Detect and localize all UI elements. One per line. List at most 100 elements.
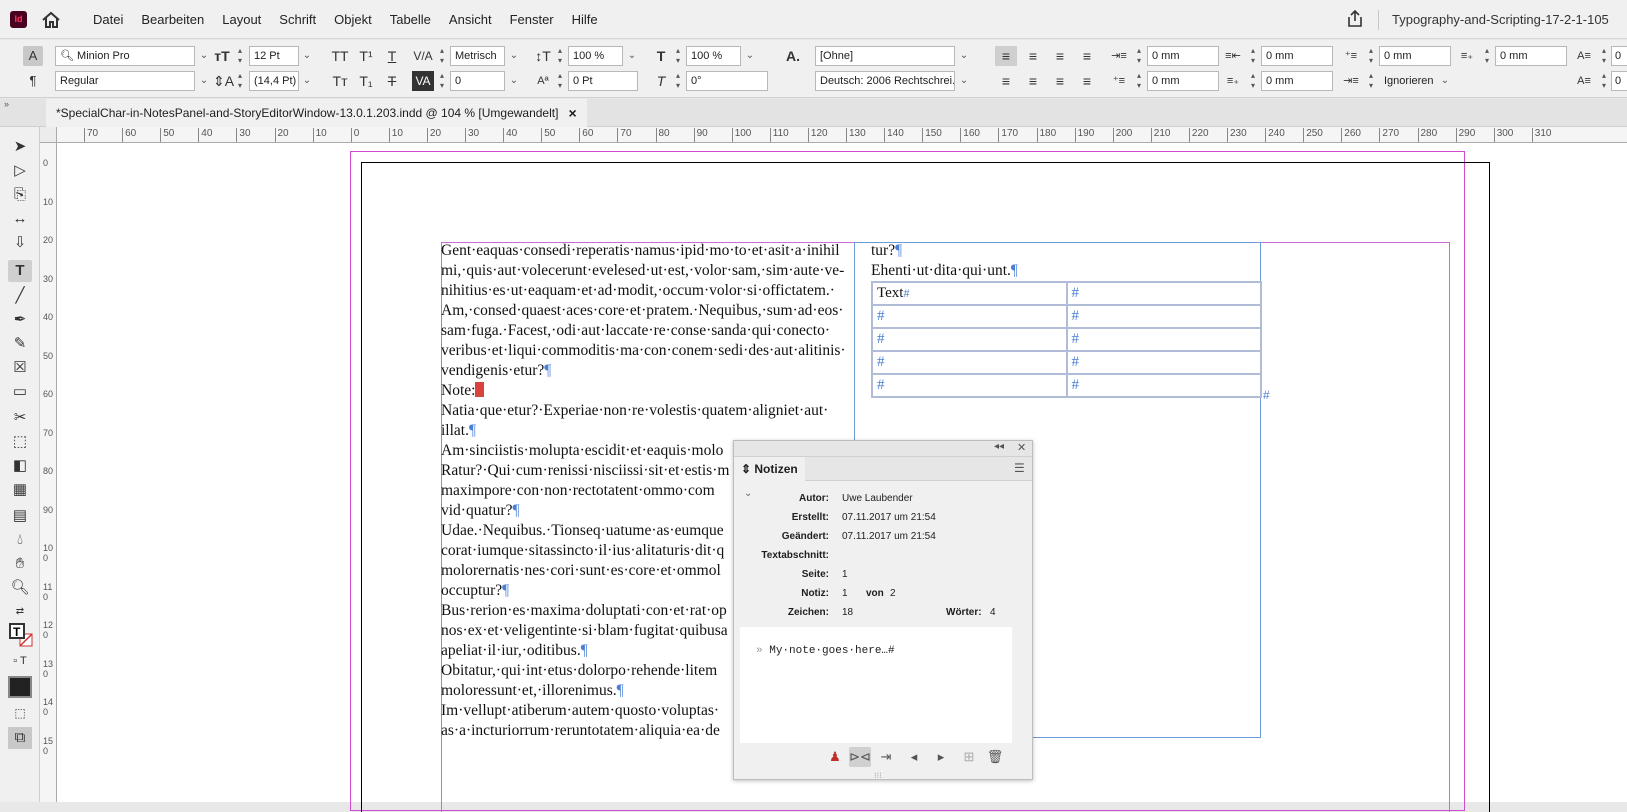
gradient-feather-tool-icon[interactable]: ▦ — [8, 479, 32, 501]
chevron-down-icon[interactable]: ⌄ — [506, 46, 522, 66]
stepper-icon[interactable]: ▴ ▾ — [1247, 46, 1259, 66]
menu-item-hilfe[interactable]: Hilfe — [563, 12, 607, 27]
type-tool-icon[interactable]: T — [8, 260, 32, 282]
stepper-icon[interactable]: ▴ ▾ — [436, 71, 448, 91]
user-icon[interactable]: ♟ — [824, 747, 846, 767]
rectangle-frame-tool-icon[interactable]: ☒ — [8, 357, 32, 379]
font-size-field[interactable]: 12 Pt — [249, 46, 299, 66]
first-line-indent-field[interactable]: 0 mm — [1147, 71, 1219, 91]
panel-menu-icon[interactable]: ☰ — [1014, 461, 1025, 475]
baseline-shift-field[interactable]: 0 Pt — [568, 71, 638, 91]
stepper-icon[interactable]: ▴ ▾ — [1247, 71, 1259, 91]
table-cell[interactable]: # — [871, 373, 1068, 398]
space-after-field[interactable]: 0 mm — [1495, 46, 1567, 66]
table-cell[interactable]: # — [871, 350, 1068, 375]
free-transform-tool-icon[interactable]: ⬚ — [8, 431, 32, 453]
chevron-down-icon[interactable]: ⌄ — [196, 71, 212, 91]
language-field[interactable]: Deutsch: 2006 Rechtschrei... — [815, 71, 955, 91]
eyedropper-tool-icon[interactable]: 💧︎ — [8, 529, 32, 551]
chevron-down-icon[interactable]: ⌄ — [299, 46, 315, 66]
last-line-indent-field[interactable]: 0 mm — [1261, 71, 1333, 91]
menu-item-tabelle[interactable]: Tabelle — [381, 12, 440, 27]
note-anchor-icon[interactable] — [475, 382, 485, 397]
table-cell[interactable]: # — [1065, 304, 1262, 329]
menu-item-schrift[interactable]: Schrift — [270, 12, 325, 27]
chevron-down-icon[interactable]: ⌄ — [299, 71, 315, 91]
go-to-note-anchor-icon[interactable]: ⇥ — [875, 747, 897, 767]
rectangle-tool-icon[interactable]: ▭ — [8, 381, 32, 403]
horizontal-scale-field[interactable]: 100 % — [686, 46, 741, 66]
stepper-icon[interactable]: ▴ ▾ — [554, 46, 566, 66]
stepper-icon[interactable]: ▴ ▾ — [672, 71, 684, 91]
align-justify-left-icon[interactable]: ≡ — [1076, 46, 1098, 66]
superscript-icon[interactable]: T¹ — [356, 46, 376, 66]
share-icon[interactable] — [1345, 9, 1365, 29]
vertical-scale-field[interactable]: 100 % — [568, 46, 623, 66]
resize-grip-icon[interactable]: ⁝⁝⁝ — [874, 771, 882, 780]
stepper-icon[interactable]: ▴ ▾ — [1598, 46, 1610, 66]
align-to-grid-field[interactable]: Ignorieren — [1379, 71, 1437, 91]
align-center-icon[interactable]: ≡ — [1022, 46, 1044, 66]
stepper-icon[interactable]: ▴ ▾ — [1133, 71, 1145, 91]
chevron-down-icon[interactable]: ⌄ — [742, 46, 758, 66]
justify-center-icon[interactable]: ≡ — [1022, 71, 1044, 91]
horizontal-ruler[interactable]: 70 60 50 40 30 20 10 0 10 20 30 40 50 60 70 80 90 100 110 1… — [57, 127, 1627, 143]
align-left-icon[interactable]: ≡ — [995, 46, 1017, 66]
stepper-icon[interactable]: ▴ ▾ — [234, 71, 246, 91]
home-icon[interactable] — [40, 10, 62, 30]
close-icon[interactable]: ✕ — [1017, 441, 1026, 454]
strikethrough-icon[interactable]: T — [382, 71, 402, 91]
story-column-2[interactable]: tur?¶ Ehenti·ut·dita·qui·unt.¶ — [871, 241, 1271, 281]
note-tool-icon[interactable]: ▤ — [8, 505, 32, 527]
right-indent-field[interactable]: 0 mm — [1261, 46, 1333, 66]
tracking-field[interactable]: 0 — [450, 71, 505, 91]
note-text-area[interactable]: » My·note·goes·here…# — [740, 627, 1012, 743]
table-cell[interactable]: # — [871, 304, 1068, 329]
table-cell[interactable]: # — [1065, 350, 1262, 375]
convert-note-icon[interactable]: ⊳⊲ — [849, 747, 871, 767]
stepper-icon[interactable]: ▴ ▾ — [1481, 46, 1493, 66]
chevron-down-icon[interactable]: ⌄ — [624, 46, 640, 66]
formatting-container-icon[interactable]: ▫ T — [8, 650, 32, 672]
ruler-origin[interactable] — [40, 127, 57, 143]
left-indent-field[interactable]: 0 mm — [1147, 46, 1219, 66]
preview-mode-icon[interactable]: ⧉ — [8, 727, 32, 749]
paragraph-mode-icon[interactable]: ¶ — [23, 71, 43, 91]
stepper-icon[interactable]: ▴ ▾ — [1133, 46, 1145, 66]
chevron-down-icon[interactable]: ⌄ — [196, 46, 212, 66]
stepper-icon[interactable]: ▴ ▾ — [234, 46, 246, 66]
menu-item-fenster[interactable]: Fenster — [501, 12, 563, 27]
stepper-icon[interactable]: ▴ ▾ — [1365, 46, 1377, 66]
normal-view-icon[interactable] — [8, 676, 32, 698]
scissors-tool-icon[interactable]: ✂ — [8, 407, 32, 429]
trash-icon[interactable]: 🗑︎ — [984, 747, 1006, 767]
zoom-tool-icon[interactable]: 🔍︎ — [8, 577, 32, 599]
next-note-icon[interactable]: ▸ — [930, 747, 952, 767]
font-family-field[interactable]: 🔍︎ Minion Pro — [55, 46, 195, 66]
underline-icon[interactable]: T — [382, 46, 402, 66]
chevron-down-icon[interactable]: ⌄ — [1437, 71, 1453, 91]
swap-fill-stroke-icon[interactable]: ⇄ — [8, 601, 32, 623]
leading-field[interactable]: (14,4 Pt) — [249, 71, 299, 91]
chevron-down-icon[interactable]: ⌄ — [506, 71, 522, 91]
content-collector-icon[interactable]: ⇩ — [8, 232, 32, 254]
stepper-icon[interactable]: ▴ ▾ — [672, 46, 684, 66]
menu-item-ansicht[interactable]: Ansicht — [440, 12, 501, 27]
close-icon[interactable]: × — [568, 105, 576, 121]
chevron-down-icon[interactable]: ⌄ — [956, 71, 972, 91]
fill-stroke-icon[interactable]: T — [8, 622, 34, 648]
chevron-down-icon[interactable]: ⌄ — [956, 46, 972, 66]
menu-item-bearbeiten[interactable]: Bearbeiten — [132, 12, 213, 27]
panel-titlebar[interactable]: ◂◂ ✕ — [734, 441, 1032, 457]
gap-tool-icon[interactable]: ↔ — [8, 208, 32, 230]
stepper-icon[interactable]: ▴ ▾ — [436, 46, 448, 66]
character-mode-icon[interactable]: A — [23, 46, 43, 66]
align-right-icon[interactable]: ≡ — [1049, 46, 1071, 66]
justify-right-icon[interactable]: ≡ — [1049, 71, 1071, 91]
table-cell[interactable]: # — [1065, 327, 1262, 352]
menu-item-datei[interactable]: Datei — [84, 12, 132, 27]
pen-tool-icon[interactable]: ✒ — [8, 309, 32, 331]
character-style-field[interactable]: [Ohne] — [815, 46, 955, 66]
drop-cap-lines-field[interactable]: 0 — [1611, 46, 1627, 66]
document-tab[interactable]: *SpecialChar-in-NotesPanel-and-StoryEdit… — [46, 99, 587, 127]
